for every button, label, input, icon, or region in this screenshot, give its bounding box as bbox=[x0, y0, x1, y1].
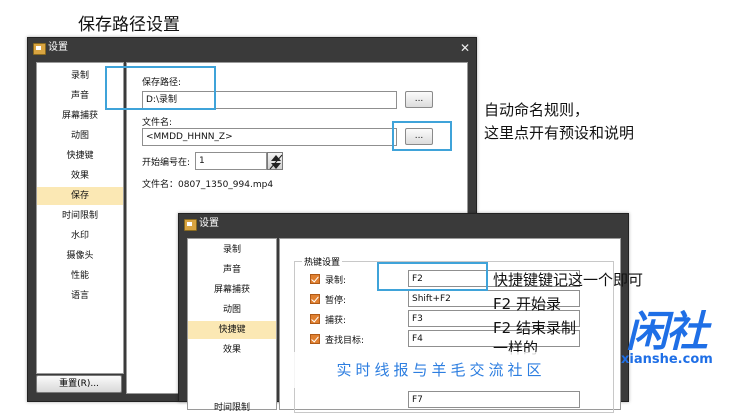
window-titlebar: 设置 ✕ bbox=[28, 38, 476, 58]
window2-title: 设置 bbox=[199, 218, 219, 229]
filename-label: 文件名: bbox=[142, 118, 173, 128]
nav2-item-gif[interactable]: 动图 bbox=[188, 301, 276, 319]
filename-input[interactable]: <MMDD_HHNN_Z> bbox=[142, 128, 397, 146]
hotkey-label-find-target: 查找目标: bbox=[325, 336, 365, 346]
nav-item-watermark[interactable]: 水印 bbox=[37, 227, 123, 245]
window-title: 设置 bbox=[48, 42, 68, 53]
start-number-input[interactable]: 1 bbox=[195, 152, 267, 170]
nav2-item-record[interactable]: 录制 bbox=[188, 241, 276, 259]
nav-item-webcam[interactable]: 摄像头 bbox=[37, 247, 123, 265]
annotation-naming-line-2: 这里点开有预设和说明 bbox=[484, 124, 635, 142]
watermark-banner: 实时线报与羊毛交流社区 bbox=[284, 352, 598, 388]
annotation-hotkey-line-2: F2 开始录 bbox=[493, 295, 561, 313]
reset-button[interactable]: 重置(R)... bbox=[36, 375, 122, 393]
close-icon[interactable]: ✕ bbox=[460, 38, 470, 58]
checkbox-pause[interactable] bbox=[310, 294, 320, 304]
nav-item-gif[interactable]: 动图 bbox=[37, 127, 123, 145]
settings-nav-2: 录制 声音 屏幕捕获 动图 快捷键 效果 时间限制 bbox=[187, 238, 277, 413]
annotation-naming-line-1: 自动命名规则， bbox=[484, 101, 590, 119]
nav2-item-effects[interactable]: 效果 bbox=[188, 341, 276, 359]
nav-item-time-limit[interactable]: 时间限制 bbox=[37, 207, 123, 225]
filename-preview: 文件名：0807_1350_994.mp4 bbox=[142, 180, 274, 190]
highlight-record-hotkey bbox=[377, 262, 488, 291]
highlight-save-path bbox=[105, 66, 216, 110]
nav-item-performance[interactable]: 性能 bbox=[37, 267, 123, 285]
stepper-arrows-icon bbox=[269, 154, 283, 170]
hotkey-group-title: 热键设置 bbox=[302, 255, 343, 268]
nav2-item-time-limit[interactable]: 时间限制 bbox=[188, 399, 276, 417]
site-logo: 闲社 bbox=[626, 307, 708, 356]
highlight-filename-button bbox=[392, 121, 452, 151]
nav-item-language[interactable]: 语言 bbox=[37, 287, 123, 305]
hotkey-label-pause: 暂停: bbox=[325, 296, 347, 306]
app-icon bbox=[184, 219, 197, 231]
nav2-item-screen-capture[interactable]: 屏幕捕获 bbox=[188, 281, 276, 299]
hotkey-label-capture: 捕获: bbox=[325, 316, 347, 326]
window2-titlebar: 设置 bbox=[179, 214, 628, 234]
nav-item-save[interactable]: 保存 bbox=[37, 187, 123, 205]
nav-item-hotkeys[interactable]: 快捷键 bbox=[37, 147, 123, 165]
checkbox-find-target[interactable] bbox=[310, 334, 320, 344]
annotation-hotkey-line-1: 快捷键键记这一个即可 bbox=[493, 271, 644, 289]
annotation-hotkey-line-3: F2 结束录制 bbox=[493, 319, 576, 337]
start-number-stepper[interactable] bbox=[267, 152, 283, 170]
checkbox-capture[interactable] bbox=[310, 314, 320, 324]
checkbox-record[interactable] bbox=[310, 274, 320, 284]
top-caption: 保存路径设置 bbox=[78, 15, 180, 35]
site-logo-url: xianshe.com bbox=[621, 352, 713, 367]
app-icon bbox=[33, 43, 46, 55]
nav2-item-sound[interactable]: 声音 bbox=[188, 261, 276, 279]
start-number-label: 开始编号在: bbox=[142, 158, 191, 168]
nav-item-effects[interactable]: 效果 bbox=[37, 167, 123, 185]
browse-path-button[interactable]: ... bbox=[405, 91, 433, 108]
nav2-item-hotkeys[interactable]: 快捷键 bbox=[188, 321, 276, 339]
hotkey-label-record: 录制: bbox=[325, 276, 347, 286]
